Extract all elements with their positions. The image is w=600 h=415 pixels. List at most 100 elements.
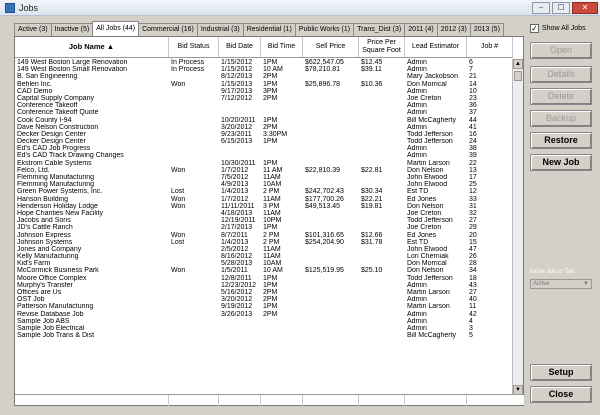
table-row[interactable]: Kid's Farm 5/28/2013 10AM Don Morrical 28 [15, 260, 513, 267]
filter-cell[interactable] [219, 395, 261, 406]
column-header-3[interactable]: Bid Time [261, 37, 303, 57]
table-row[interactable]: 149 West Boston Large Renovation In Proce… [15, 59, 513, 66]
table-row[interactable]: Sample Job Electrical Admin 3 [15, 325, 513, 332]
tab-8[interactable]: 2011 (4) [404, 23, 438, 36]
table-row[interactable]: Ed's CAD Job Progress Admin 38 [15, 145, 513, 152]
column-header-7[interactable]: Job # [467, 37, 513, 57]
setup-button[interactable]: Setup [530, 364, 592, 381]
filter-cell[interactable] [15, 395, 169, 406]
table-cell [303, 160, 359, 167]
table-row[interactable]: Flemming Manufacturing 4/9/2013 10AM John E… [15, 181, 513, 188]
table-row[interactable]: Sample Job ABS Admin 4 [15, 318, 513, 325]
table-cell: In Process [171, 66, 205, 74]
table-cell: Johnson Systems [17, 238, 73, 246]
table-row[interactable]: Flemming Manufacturing 7/5/2012 11AM John E… [15, 174, 513, 181]
table-cell: 34 [469, 267, 477, 275]
filter-cell[interactable] [303, 395, 359, 406]
table-cell [359, 117, 405, 124]
table-row[interactable]: Ekstrom Cable Systems 10/30/2011 1PM Martin… [15, 160, 513, 167]
table-row[interactable]: OST Job 3/20/2012 2PM Admin 40 [15, 296, 513, 303]
tab-1[interactable]: Inactive (5) [50, 23, 94, 36]
filter-cell[interactable] [261, 395, 303, 406]
table-row[interactable]: Decker Design Center 6/15/2013 1PM Todd Jef… [15, 138, 513, 145]
table-row[interactable]: Green Power Systems, Inc. Lost 1/4/2013 2 P… [15, 188, 513, 195]
table-row[interactable]: CAD Demo 9/17/2013 3PM Admin 10 [15, 88, 513, 95]
table-row[interactable]: Jacobs and Sons 12/19/2011 10PM Todd Jeffer… [15, 217, 513, 224]
table-row[interactable]: Henderson Holiday Lodge Won 11/11/2011 3 PM… [15, 203, 513, 210]
vertical-scrollbar[interactable]: ▲ ▼ [512, 59, 523, 395]
table-cell: 10AM [263, 260, 282, 268]
minimize-button[interactable]: – [532, 1, 550, 14]
restore-button[interactable]: Restore [530, 132, 592, 149]
table-cell [303, 260, 359, 267]
table-row[interactable]: JD's Cattle Ranch 2/17/2013 1PM Joe Creton 2… [15, 224, 513, 231]
filter-cell[interactable] [169, 395, 219, 406]
table-cell: 3/20/2012 [221, 296, 253, 304]
scroll-up-button[interactable]: ▲ [513, 59, 523, 69]
tab-6[interactable]: Public Works (1) [294, 23, 355, 36]
maximize-button[interactable]: ☐ [552, 1, 570, 14]
table-row[interactable]: Cook County I-94 10/20/2011 1PM Bill McCagh… [15, 117, 513, 124]
table-row[interactable]: Jones and Company 2/5/2012 11AM John Elwood… [15, 246, 513, 253]
table-row[interactable]: Patterson Manufacturing 9/19/2012 1PM Marti… [15, 303, 513, 310]
tab-2[interactable]: All Jobs (44) [92, 21, 140, 36]
filter-cell[interactable] [467, 395, 525, 406]
backup-button[interactable]: Backup [530, 110, 592, 127]
table-row[interactable]: B. San Engineering 8/12/2013 2PM Mary Jacko… [15, 73, 513, 80]
move-job-select[interactable]: Active ▼ [530, 279, 592, 289]
column-header-2[interactable]: Bid Date [219, 37, 261, 57]
table-row[interactable]: Sample Job Trans & Dist Bill McCagherty 5 [15, 332, 513, 339]
details-button[interactable]: Details [530, 66, 592, 83]
column-header-4[interactable]: Sell Price [303, 37, 359, 57]
table-cell: 6 [469, 59, 473, 66]
tab-4[interactable]: Industrial (3) [196, 23, 244, 36]
table-row[interactable]: Decker Design Center 9/23/2011 3:30PM Todd … [15, 131, 513, 138]
tab-9[interactable]: 2012 (3) [436, 23, 471, 36]
table-row[interactable]: McCormick Business Park Won 1/5/2011 10 AM $… [15, 267, 513, 274]
table-row[interactable]: Conference Takeoff Admin 36 [15, 102, 513, 109]
tab-0[interactable]: Active (3) [14, 23, 52, 36]
column-header-1[interactable]: Bid Status [169, 37, 219, 57]
delete-button[interactable]: Delete [530, 88, 592, 105]
open-button[interactable]: Open [530, 42, 592, 59]
table-row[interactable]: Moore Office Complex 12/8/2011 1PM Todd Jef… [15, 275, 513, 282]
new-job-button[interactable]: New Job [530, 154, 592, 171]
table-row[interactable]: Revise Database Job 3/26/2013 2PM Admin 42 [15, 311, 513, 318]
table-cell: Don Morrical [407, 80, 447, 88]
table-row[interactable]: Hope Charities New Facility 4/18/2013 11AM… [15, 210, 513, 217]
column-header-5[interactable]: Price Per Square Foot [359, 37, 405, 57]
tab-3[interactable]: Commercial (16) [138, 23, 198, 36]
sidebar: ✓ Show All Jobs Open Details Delete Backup R… [530, 22, 596, 403]
table-row[interactable]: Kelly Manufacturing 8/16/2012 11AM Lori Che… [15, 253, 513, 260]
table-row[interactable]: Behlen Inc. Won 1/15/2013 1PM $25,896.78 $10.… [15, 81, 513, 88]
table-row[interactable]: Felco, Ltd. Won 1/7/2012 11 AM $22,810.39 $22… [15, 167, 513, 174]
table-row[interactable]: Capital Supply Company 7/12/2012 2PM Joe Cr… [15, 95, 513, 102]
filter-cell[interactable] [359, 395, 405, 406]
tab-10[interactable]: 2013 (5) [469, 23, 504, 36]
show-all-jobs-checkbox[interactable]: ✓ [530, 23, 539, 33]
filter-cell[interactable] [405, 395, 467, 406]
tab-7[interactable]: Trans_Dist (3) [353, 23, 406, 36]
table-cell: 27 [469, 217, 477, 225]
table-row[interactable]: Johnson Systems Lost 1/4/2013 2 PM $254,204.… [15, 239, 513, 246]
table-cell: 2PM [263, 296, 278, 304]
close-button[interactable]: Close [530, 386, 592, 403]
table-row[interactable]: Johnson Express Won 8/7/2011 2 PM $101,316.6… [15, 232, 513, 239]
table-row[interactable]: 149 West Boston Small Renovation In Proce… [15, 66, 513, 73]
table-cell: 11/11/2011 [221, 202, 255, 210]
table-row[interactable]: Dave Nelson Construction 3/20/2012 2PM Admi… [15, 124, 513, 131]
table-cell: Capital Supply Company [17, 94, 95, 102]
table-cell [359, 224, 405, 231]
table-row[interactable]: Murphy's Transfer 12/23/2012 1PM Admin 43 [15, 282, 513, 289]
table-row[interactable]: Offices are Us 5/16/2012 2PM Martin Larson 2… [15, 289, 513, 296]
close-window-button[interactable]: ✕ [572, 1, 598, 14]
table-row[interactable]: Ed's CAD Track Drawing Changes Admin 39 [15, 152, 513, 159]
column-header-6[interactable]: Lead Estimator [405, 37, 467, 57]
table-row[interactable]: Hanson Building Won 1/7/2012 11AM $177,700.2… [15, 196, 513, 203]
table-row[interactable]: Conference Takeoff Quote Admin 37 [15, 109, 513, 116]
scroll-thumb[interactable] [514, 71, 522, 81]
show-all-jobs-option[interactable]: ✓ Show All Jobs [530, 22, 596, 34]
column-header-0[interactable]: Job Name ▲ [15, 37, 169, 57]
table-cell: $39.11 [361, 66, 382, 74]
tab-5[interactable]: Residential (1) [242, 23, 296, 36]
